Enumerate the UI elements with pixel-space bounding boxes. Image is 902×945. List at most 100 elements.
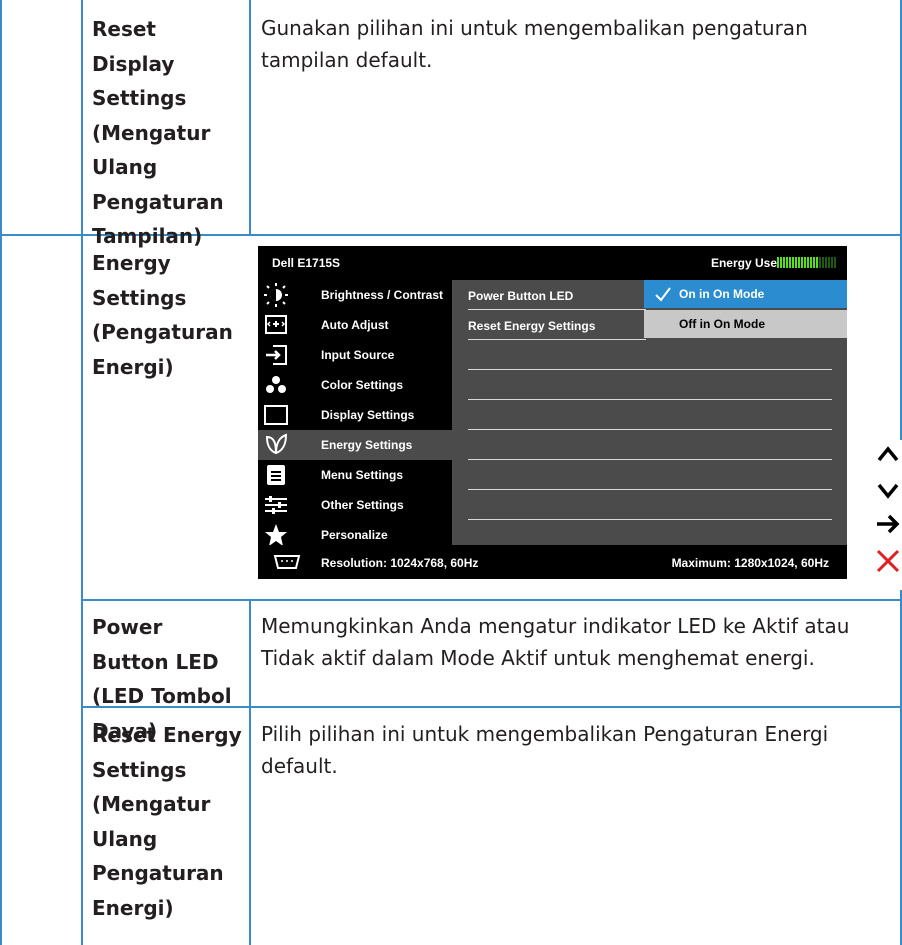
energy-meter-segment (798, 257, 800, 268)
option-label: Off in On Mode (679, 317, 765, 331)
submenu-reset-energy-settings[interactable]: Reset Energy Settings (468, 319, 595, 333)
label-line: Ulang (92, 826, 158, 851)
vga-connector-icon (273, 555, 301, 569)
energy-meter-segment (789, 257, 791, 268)
option-label: On in On Mode (679, 287, 765, 301)
osd-menu-item[interactable]: Other Settings (258, 490, 452, 520)
osd-menu-label: Color Settings (321, 378, 404, 392)
row-label-reset-display-settings: Reset Display Settings (Mengatur Ulang P… (92, 12, 242, 254)
submenu-divider (468, 429, 832, 430)
energy-meter-segment (777, 257, 779, 268)
row-description-reset-display-settings: Gunakan pilihan ini untuk mengembalikan … (261, 16, 808, 72)
osd-resolution: Resolution: 1024x768, 60Hz (321, 556, 479, 570)
submenu-divider (468, 519, 832, 520)
osd-menu-label: Menu Settings (321, 468, 404, 482)
down-arrow-icon[interactable] (874, 476, 902, 504)
row-label-reset-energy-settings: Reset Energy Settings (Mengatur Ulang Pe… (92, 718, 242, 925)
submenu-divider (468, 339, 646, 340)
submenu-power-button-led[interactable]: Power Button LED (468, 289, 573, 303)
osd-menu-item[interactable]: Brightness / Contrast (258, 280, 452, 310)
label-line: Pengaturan (92, 189, 224, 214)
energy-meter-segment (795, 257, 797, 268)
label-line: Reset Energy (92, 723, 242, 747)
row-separator-2 (81, 599, 902, 601)
input-source-icon (266, 345, 287, 365)
up-arrow-icon[interactable] (874, 440, 902, 468)
submenu-divider (468, 399, 832, 400)
osd-menu-label: Display Settings (321, 408, 415, 422)
energy-meter-segment (831, 257, 833, 268)
submenu-divider (468, 309, 646, 310)
submenu-divider (468, 459, 832, 460)
energy-meter-segment (828, 257, 830, 268)
star-icon (265, 524, 287, 546)
table-border-col1 (81, 0, 83, 945)
label-line: Energy (92, 251, 171, 275)
option-off-in-on-mode[interactable]: Off in On Mode (644, 310, 847, 338)
energy-meter-segment (786, 257, 788, 268)
osd-menu-label: Auto Adjust (321, 318, 389, 332)
energy-meter-segment (810, 257, 812, 268)
table-border-col2-lower (249, 599, 251, 945)
osd-menu-label: Brightness / Contrast (321, 288, 444, 302)
energy-meter-segment (834, 257, 836, 268)
osd-energy-use-label: Energy Use (710, 256, 777, 270)
osd-menu-label: Other Settings (321, 498, 404, 512)
label-line: (Pengaturan (92, 320, 233, 344)
energy-meter-segment (801, 257, 803, 268)
energy-leaf-icon (265, 433, 288, 455)
osd-model-title: Dell E1715S (272, 256, 341, 270)
energy-meter-segment (783, 257, 785, 268)
close-icon[interactable] (874, 547, 902, 575)
osd-footer: Resolution: 1024x768, 60Hz Maximum: 1280… (258, 545, 847, 579)
row-label-energy-settings: Energy Settings (Pengaturan Energi) (92, 246, 242, 384)
osd-menu-item[interactable]: Auto Adjust (258, 310, 452, 340)
submenu-divider (468, 369, 832, 370)
label-line: Button LED (92, 649, 219, 674)
osd-menu-item[interactable]: Menu Settings (258, 460, 452, 490)
option-on-in-on-mode[interactable]: On in On Mode (644, 280, 847, 308)
label-line: (LED Tombol (92, 684, 232, 708)
row-description-power-button-led: Memungkinkan Anda mengatur indikator LED… (261, 614, 850, 670)
energy-meter-segment (804, 257, 806, 268)
energy-meter-segment (813, 257, 815, 268)
energy-use-meter (777, 257, 839, 269)
energy-meter-segment (822, 257, 824, 268)
color-settings-icon (266, 376, 286, 393)
osd-menu-label: Personalize (321, 528, 388, 542)
osd-menu-item[interactable]: Input Source (258, 340, 452, 370)
osd-menu-item[interactable]: Display Settings (258, 400, 452, 430)
osd-menu-item[interactable]: Energy Settings (258, 430, 452, 460)
display-settings-icon (264, 405, 288, 425)
energy-meter-segment (825, 257, 827, 268)
label-line: Settings (92, 757, 187, 782)
energy-meter-segment (807, 257, 809, 268)
table-border-left (0, 0, 2, 945)
label-line: Reset (92, 17, 156, 41)
energy-meter-segment (816, 257, 818, 268)
auto-adjust-icon (265, 315, 287, 334)
submenu-divider (468, 489, 832, 490)
right-arrow-icon[interactable] (874, 510, 902, 538)
osd-menu-label: Input Source (321, 348, 395, 362)
brightness-icon (264, 283, 288, 307)
row-description-reset-energy-settings: Pilih pilihan ini untuk mengembalikan Pe… (261, 722, 829, 778)
other-settings-icon (265, 496, 287, 514)
table-border-col2 (249, 0, 251, 236)
checkmark-icon (655, 287, 671, 302)
label-line: Energi) (92, 895, 174, 920)
label-line: Settings (92, 285, 187, 310)
label-line: Settings (92, 86, 187, 110)
menu-settings-icon (267, 465, 285, 485)
osd-menu-screenshot: Dell E1715S Energy Use Brightness / Cont… (258, 246, 847, 579)
osd-menu-item[interactable]: Color Settings (258, 370, 452, 400)
energy-meter-segment (819, 257, 821, 268)
label-line: (Mengatur (92, 792, 211, 816)
label-line: Ulang (92, 155, 158, 179)
osd-menu-label: Energy Settings (321, 438, 413, 452)
osd-maximum-resolution: Maximum: 1280x1024, 60Hz (671, 556, 829, 570)
energy-meter-segment (780, 257, 782, 268)
energy-meter-segment (792, 257, 794, 268)
label-line: (Mengatur (92, 120, 211, 145)
label-line: Display (92, 51, 175, 76)
